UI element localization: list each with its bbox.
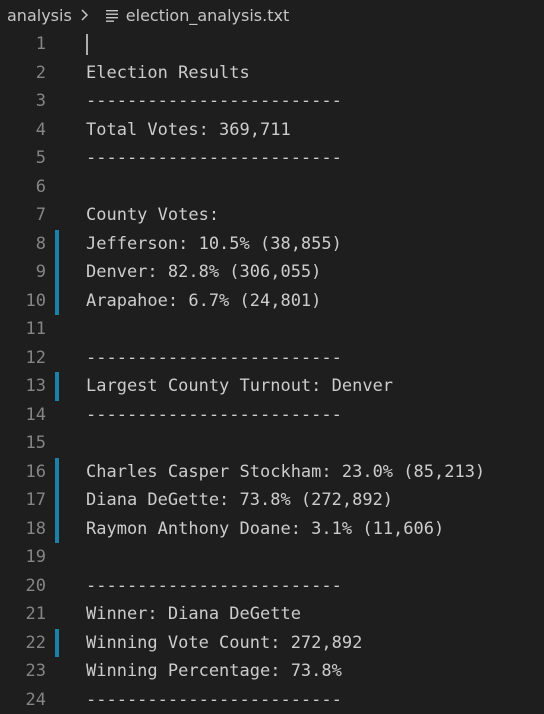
line-text[interactable]: ------------------------- [86,401,342,430]
line-text[interactable]: Winning Vote Count: 272,892 [86,629,362,658]
line-text[interactable]: ------------------------- [86,686,342,714]
line-number: 24 [25,689,46,710]
line-number: 15 [25,433,46,453]
editor-line[interactable]: 18 Raymon Anthony Doane: 3.1% (11,606) [0,514,544,544]
line-number: 16 [25,461,46,482]
line-text[interactable]: Raymon Anthony Doane: 3.1% (11,606) [86,515,444,544]
editor-line[interactable]: 24 ------------------------- [0,686,544,714]
line-text[interactable]: ------------------------- [86,87,342,116]
editor-line[interactable]: 7 County Votes: [0,201,544,230]
line-number: 2 [35,62,46,83]
line-text[interactable]: Total Votes: 369,711 [86,116,291,145]
line-number: 11 [25,319,46,339]
modified-line-indicator [55,229,59,258]
line-text[interactable]: Diana DeGette: 73.8% (272,892) [86,486,393,515]
breadcrumb-file[interactable]: election_analysis.txt [98,6,289,25]
line-text[interactable]: Charles Casper Stockham: 23.0% (85,213) [86,458,485,487]
line-text[interactable]: Winning Percentage: 73.8% [86,657,342,686]
line-number: 1 [35,34,46,54]
breadcrumb: analysis election_analysis.txt [0,0,544,30]
editor-line[interactable]: 11 [0,315,544,344]
chevron-right-icon [81,9,88,21]
line-text[interactable]: ------------------------- [86,144,342,173]
line-number: 4 [35,119,46,140]
modified-line-indicator [55,258,59,287]
editor-line[interactable]: 3 ------------------------- [0,87,544,116]
editor-line[interactable]: 9 Denver: 82.8% (306,055) [0,258,544,287]
editor-line[interactable]: 4 Total Votes: 369,711 [0,116,544,145]
line-number: 19 [25,547,46,567]
line-text[interactable]: Jefferson: 10.5% (38,855) [86,230,342,259]
text-cursor [86,34,88,55]
line-text[interactable]: Largest County Turnout: Denver [86,372,393,401]
editor-line[interactable]: 23 Winning Percentage: 73.8% [0,657,544,686]
editor-line[interactable]: 2 Election Results [0,59,544,88]
modified-line-indicator [55,286,59,315]
line-text[interactable]: County Votes: [86,201,219,230]
editor-line[interactable]: 20 ------------------------- [0,572,544,601]
editor-line[interactable]: 21 Winner: Diana DeGette [0,600,544,629]
line-number: 10 [25,290,46,311]
editor-line[interactable]: 17 Diana DeGette: 73.8% (272,892) [0,486,544,515]
modified-line-indicator [55,372,59,401]
modified-line-indicator [55,514,59,543]
line-text[interactable]: ------------------------- [86,572,342,601]
line-text[interactable]: Winner: Diana DeGette [86,600,301,629]
editor-line[interactable]: 22 Winning Vote Count: 272,892 [0,628,544,658]
editor-line[interactable]: 6 [0,173,544,202]
modified-line-indicator [55,457,59,486]
line-number: 23 [25,661,46,681]
editor-line[interactable]: 12 ------------------------- [0,344,544,373]
line-number: 12 [25,347,46,368]
editor-line[interactable]: 19 [0,543,544,572]
editor-line[interactable]: 5 ------------------------- [0,144,544,173]
breadcrumb-folder[interactable]: analysis [7,6,72,25]
line-number: 8 [35,233,46,254]
text-file-icon [105,10,118,22]
editor-line[interactable]: 16 Charles Casper Stockham: 23.0% (85,213… [0,457,544,487]
line-text[interactable]: Election Results [86,59,250,88]
line-number: 17 [25,490,46,510]
editor-line[interactable]: 8 Jefferson: 10.5% (38,855) [0,229,544,259]
modified-line-indicator [55,628,59,657]
line-text[interactable]: Arapahoe: 6.7% (24,801) [86,287,321,316]
line-number: 7 [35,205,46,225]
editor-line[interactable]: 13 Largest County Turnout: Denver [0,372,544,401]
line-number: 5 [35,148,46,168]
line-number: 3 [35,91,46,111]
line-number: 18 [25,518,46,539]
line-number: 22 [25,632,46,653]
editor-line[interactable]: 15 [0,429,544,458]
line-number: 6 [35,176,46,197]
editor-line[interactable]: 14 ------------------------- [0,401,544,430]
line-number: 21 [25,604,46,624]
modified-line-indicator [55,486,59,515]
line-text[interactable]: ------------------------- [86,344,342,373]
editor-line[interactable]: 1 [0,30,544,59]
text-editor[interactable]: 1 2 Election Results 3 ---------------------… [0,30,544,714]
editor-line[interactable]: 10 Arapahoe: 6.7% (24,801) [0,286,544,316]
breadcrumb-file-name: election_analysis.txt [125,5,290,25]
line-number: 14 [25,404,46,425]
line-number: 13 [25,376,46,396]
line-text[interactable]: Denver: 82.8% (306,055) [86,258,321,287]
line-number: 20 [25,575,46,596]
line-number: 9 [35,262,46,282]
